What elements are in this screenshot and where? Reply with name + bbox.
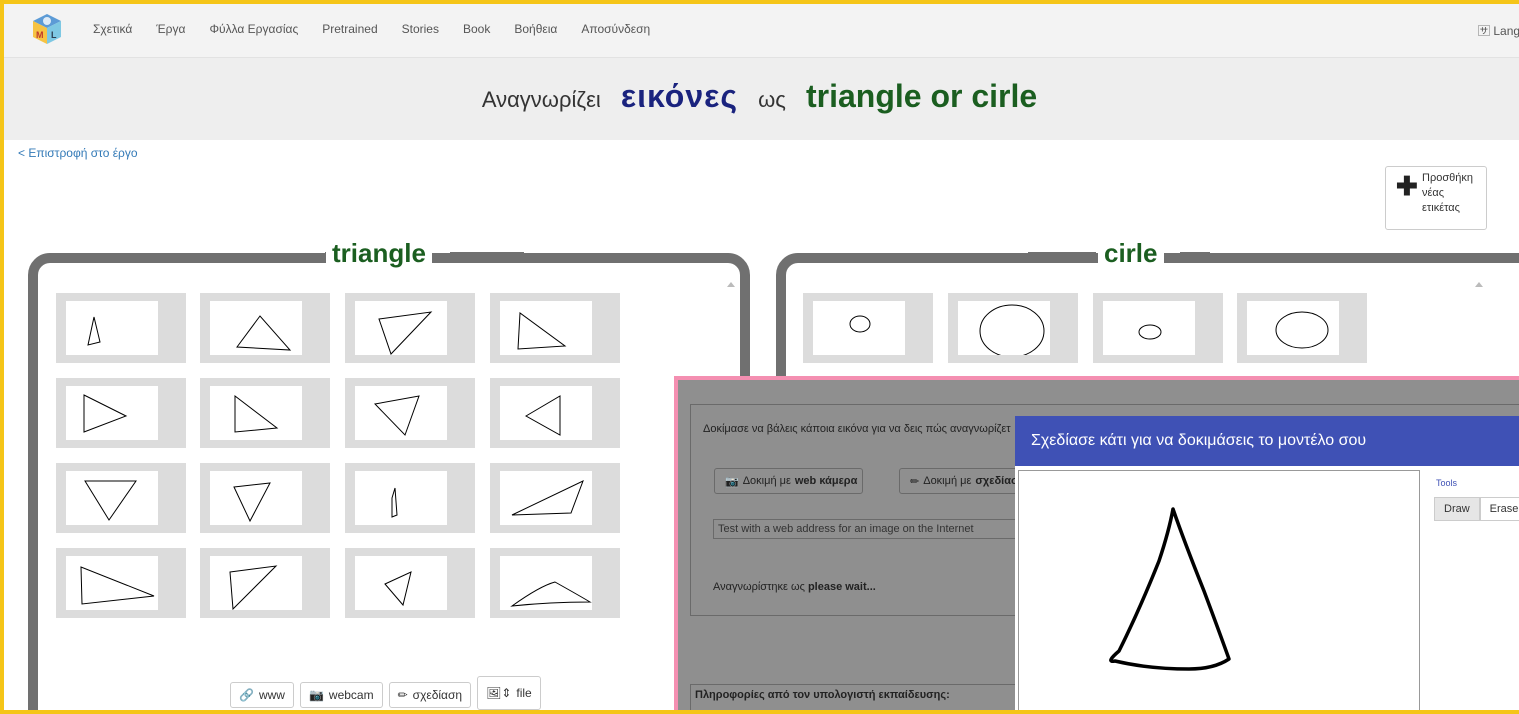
- plus-icon: ✚: [1396, 171, 1418, 201]
- title-labels: triangle or cirle: [805, 78, 1038, 114]
- training-image[interactable]: [56, 293, 186, 363]
- add-by-drawing-button[interactable]: ✏ σχεδίαση: [388, 682, 472, 708]
- test-intro-text: Δοκίμασε να βάλεις κάποια εικόνα για να …: [703, 423, 1011, 435]
- nav-about[interactable]: Σχετικά: [93, 22, 132, 36]
- erase-tool-button[interactable]: Erase: [1479, 497, 1519, 521]
- training-image[interactable]: [490, 293, 620, 363]
- nav-stories[interactable]: Stories: [402, 22, 439, 36]
- training-image[interactable]: [803, 293, 933, 363]
- training-image[interactable]: [1237, 293, 1367, 363]
- add-training-example-buttons: 🔗 www 📷 webcam ✏ σχεδίαση 🖼⇕ file: [230, 676, 541, 710]
- webcam-label: webcam: [328, 688, 374, 702]
- nav-worksheets[interactable]: Φύλλα Εργασίας: [209, 22, 298, 36]
- bucket-title-bar: [1180, 252, 1210, 258]
- nav-pretrained[interactable]: Pretrained: [322, 22, 377, 36]
- training-image[interactable]: [200, 293, 330, 363]
- recognised-prefix: Αναγνωρίστηκε ως: [713, 581, 808, 593]
- training-image[interactable]: [345, 463, 475, 533]
- dialog-title: Σχεδίασε κάτι για να δοκιμάσεις το μοντέ…: [1015, 416, 1519, 466]
- nav-projects[interactable]: Έργα: [156, 22, 185, 36]
- training-image[interactable]: [200, 548, 330, 618]
- test-webcam-button[interactable]: 📷 Δοκιμή με web κάμερα: [714, 468, 863, 494]
- svg-text:L: L: [51, 30, 57, 40]
- recognised-value: please wait...: [807, 581, 876, 593]
- title-prefix: Αναγνωρίζει: [481, 87, 601, 112]
- pencil-icon: ✏: [397, 688, 408, 702]
- training-image[interactable]: [345, 293, 475, 363]
- pencil-icon: ✏: [910, 475, 920, 488]
- scroll-up-icon[interactable]: [1475, 282, 1483, 287]
- training-image[interactable]: [490, 463, 620, 533]
- back-to-project-link[interactable]: < Επιστροφή στο έργο: [18, 146, 138, 160]
- webcam-bold: web κάμερα: [794, 475, 858, 487]
- add-from-file-button[interactable]: 🖼⇕ file: [477, 676, 541, 710]
- draw-tool-button[interactable]: Draw: [1434, 497, 1480, 521]
- training-image[interactable]: [948, 293, 1078, 363]
- scroll-up-icon[interactable]: [727, 282, 735, 287]
- bucket-title-bar: [450, 252, 524, 258]
- language-menu[interactable]: 🈂 Language: [1478, 22, 1519, 39]
- webcam-prefix: Δοκιμή με: [742, 475, 791, 487]
- camera-icon: 📷: [308, 688, 324, 702]
- nav-book[interactable]: Book: [463, 22, 490, 36]
- training-image[interactable]: [490, 378, 620, 448]
- bucket-title-cirle: cirle: [1098, 238, 1164, 268]
- svg-text:M: M: [36, 30, 44, 40]
- training-image[interactable]: [56, 378, 186, 448]
- bucket-title-bar: [1028, 252, 1096, 258]
- language-label: Language: [1493, 24, 1519, 38]
- bucket-title-triangle: triangle: [326, 238, 432, 268]
- tools-label: Tools: [1436, 478, 1458, 488]
- draw-bold: σχεδίασ: [975, 475, 1019, 487]
- tool-group: Draw Erase: [1434, 497, 1519, 521]
- training-image[interactable]: [200, 463, 330, 533]
- draw-prefix: Δοκιμή με: [923, 475, 972, 487]
- test-url-input[interactable]: Test with a web address for an image on …: [713, 519, 1023, 539]
- title-project-type: εικόνες: [620, 78, 738, 114]
- test-draw-button[interactable]: ✏ Δοκιμή με σχεδίασ: [899, 468, 1027, 494]
- draw-label: σχεδίαση: [412, 688, 463, 702]
- training-image[interactable]: [345, 378, 475, 448]
- translate-icon: 🈂: [1478, 24, 1491, 38]
- nav-logout[interactable]: Αποσύνδεση: [581, 22, 650, 36]
- file-picker-icon: 🖼⇕: [486, 686, 512, 700]
- page-title: Αναγνωρίζει εικόνες ως triangle or cirle: [0, 78, 1519, 115]
- nav-links: Σχετικά Έργα Φύλλα Εργασίας Pretrained S…: [93, 22, 674, 36]
- recognition-result: Αναγνωρίστηκε ως please wait...: [713, 581, 876, 593]
- link-icon: 🔗: [239, 688, 254, 702]
- draw-test-dialog: Σχεδίασε κάτι για να δοκιμάσεις το μοντέ…: [1015, 416, 1519, 714]
- ml-logo-icon[interactable]: M L: [30, 12, 64, 46]
- file-label: file: [516, 686, 532, 700]
- add-label-text: Προσθήκη νέας ετικέτας: [1422, 172, 1473, 214]
- drawing-canvas[interactable]: [1018, 470, 1420, 712]
- add-new-label-button[interactable]: ✚ Προσθήκη νέας ετικέτας: [1385, 166, 1487, 230]
- training-image[interactable]: [345, 548, 475, 618]
- camera-icon: 📷: [725, 475, 739, 488]
- add-from-webcam-button[interactable]: 📷 webcam: [299, 682, 383, 708]
- title-middle: ως: [758, 87, 786, 112]
- top-navbar: M L Σχετικά Έργα Φύλλα Εργασίας Pretrain…: [0, 0, 1519, 58]
- add-from-www-button[interactable]: 🔗 www: [230, 682, 294, 708]
- training-image[interactable]: [200, 378, 330, 448]
- www-label: www: [258, 688, 285, 702]
- nav-help[interactable]: Βοήθεια: [514, 22, 557, 36]
- training-image[interactable]: [490, 548, 620, 618]
- training-image[interactable]: [56, 463, 186, 533]
- training-image[interactable]: [56, 548, 186, 618]
- training-image[interactable]: [1093, 293, 1223, 363]
